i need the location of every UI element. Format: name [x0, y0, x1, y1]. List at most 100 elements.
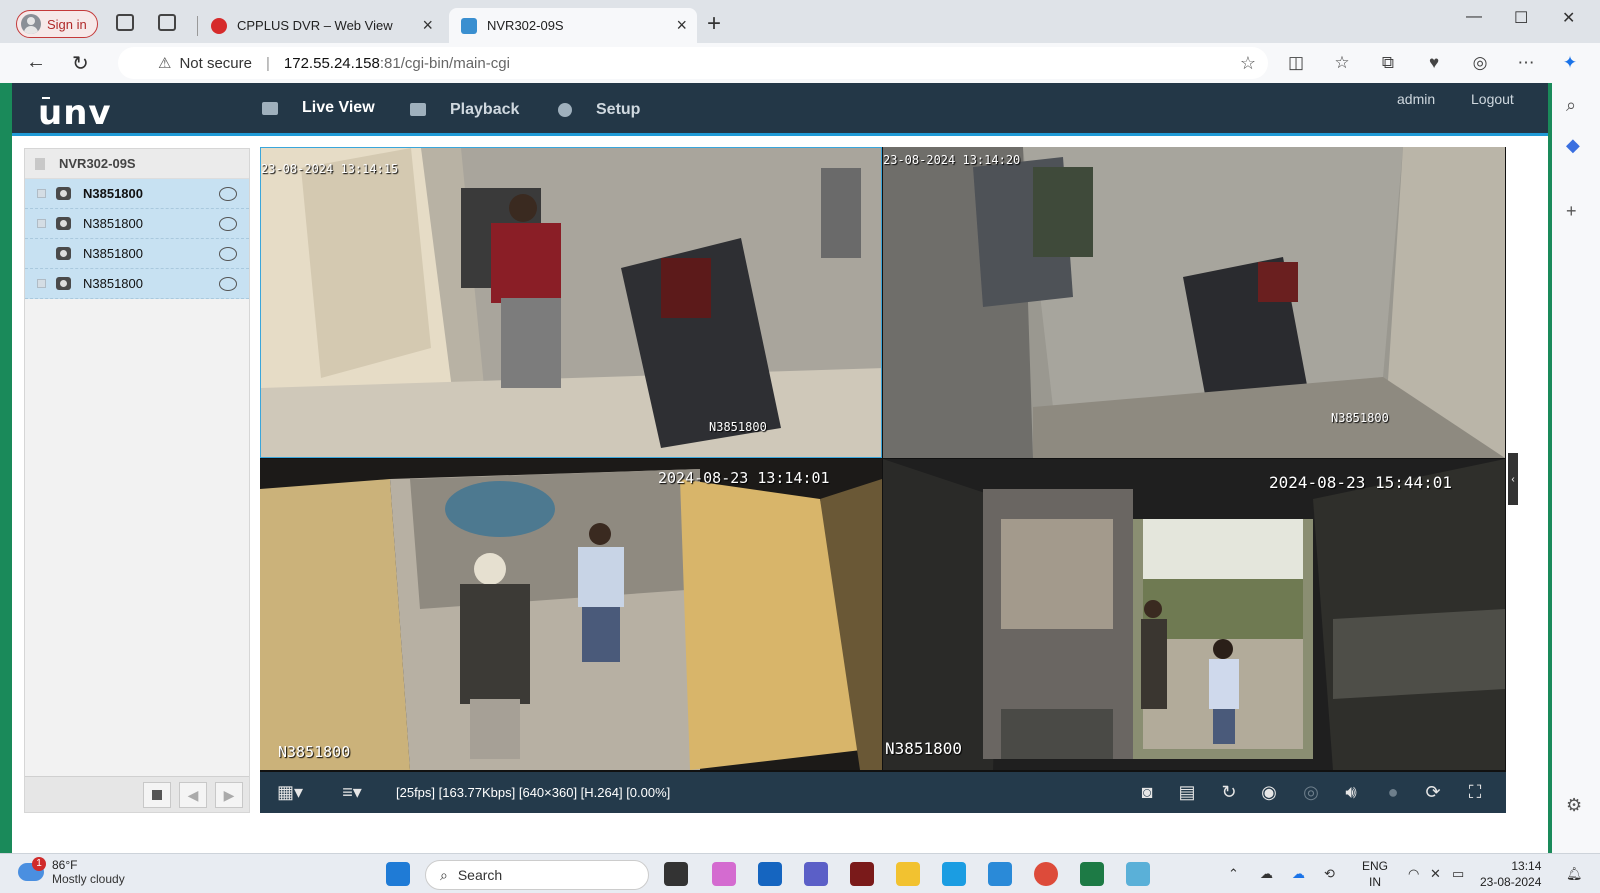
- chevron-up-icon[interactable]: ⌃: [1228, 866, 1239, 882]
- next-page-button[interactable]: ▶: [215, 782, 243, 808]
- record-clip-icon[interactable]: ▤: [1176, 782, 1198, 802]
- copilot-icon[interactable]: ✦: [1560, 53, 1580, 73]
- nvr-device-node[interactable]: NVR302-09S: [25, 149, 249, 179]
- focus-icon[interactable]: ◉: [1258, 782, 1280, 802]
- search-icon: ⌕: [440, 866, 448, 883]
- camera-icon: [56, 247, 71, 260]
- grid-layout-icon[interactable]: ▦▾: [272, 782, 308, 802]
- taskbar-search[interactable]: ⌕ Search: [425, 860, 649, 890]
- favorite-star-icon[interactable]: ☆: [1240, 53, 1256, 74]
- task-view-icon[interactable]: [664, 862, 688, 886]
- 3d-zoom-icon[interactable]: ⟳: [1422, 782, 1444, 802]
- channel-checkbox[interactable]: [37, 279, 46, 288]
- lang-code: ENG: [1362, 859, 1389, 873]
- close-window-icon[interactable]: ✕: [1562, 8, 1575, 28]
- sync-icon[interactable]: ⟲: [1324, 866, 1335, 882]
- performance-icon[interactable]: ◎: [1470, 53, 1490, 73]
- tab-setup[interactable]: Setup: [558, 83, 640, 136]
- system-clock[interactable]: 13:14 23-08-2024: [1480, 858, 1541, 890]
- stop-all-button[interactable]: [143, 782, 171, 808]
- video-toolbar: ▦▾ ≡▾ [25fps] [163.77Kbps] [640×360] [H.…: [260, 772, 1506, 813]
- record-icon[interactable]: [219, 217, 237, 231]
- onedrive-icon[interactable]: ☁: [1260, 866, 1273, 882]
- snapshot-icon[interactable]: ◙: [1136, 782, 1158, 802]
- microphone-icon[interactable]: ●: [1382, 782, 1404, 802]
- channel-item[interactable]: N3851800: [25, 179, 249, 209]
- record-icon[interactable]: [219, 247, 237, 261]
- tools-icon[interactable]: ◆: [1566, 135, 1580, 156]
- cpplus-favicon-icon: [211, 17, 227, 34]
- sign-in-button[interactable]: Sign in: [16, 10, 98, 38]
- channel-checkbox[interactable]: [37, 189, 46, 198]
- notification-bell-icon[interactable]: 🔔︎: [1566, 866, 1583, 882]
- warning-icon: ⚠: [158, 55, 172, 72]
- tab-cpplus-dvr[interactable]: CPPLUS DVR – Web View ×: [199, 8, 443, 43]
- search-icon[interactable]: ⌕: [1566, 95, 1576, 116]
- collections-icon[interactable]: ⧉: [1378, 53, 1398, 73]
- new-tab-button[interactable]: +: [707, 10, 721, 38]
- channel-item[interactable]: N3851800: [25, 239, 249, 269]
- app-icon[interactable]: [850, 862, 874, 886]
- windows-taskbar: 1 86°F Mostly cloudy ⌕ Search ⌃ ☁ ☁ ⟲ EN…: [0, 853, 1600, 893]
- tab-live-view-label: Live View: [302, 99, 375, 116]
- wifi-icon[interactable]: ◠: [1408, 866, 1419, 882]
- add-icon[interactable]: +: [1566, 201, 1577, 222]
- battery-icon[interactable]: ▭: [1452, 866, 1464, 882]
- start-icon[interactable]: [386, 862, 410, 886]
- settings-gear-icon[interactable]: ⚙: [1566, 795, 1582, 816]
- chrome-icon[interactable]: [1034, 862, 1058, 886]
- tab-live-view[interactable]: Live View: [242, 83, 395, 136]
- record-icon[interactable]: [219, 277, 237, 291]
- video-cell[interactable]: 23-08-2024 13:14:20 N3851800: [883, 147, 1505, 458]
- more-options-icon[interactable]: ⋯: [1516, 53, 1536, 73]
- channel-name: N3851800: [83, 276, 143, 291]
- maximize-icon[interactable]: ☐: [1514, 8, 1528, 28]
- browser-essentials-icon[interactable]: ♥: [1424, 53, 1444, 73]
- onedrive-blue-icon[interactable]: ☁: [1292, 866, 1305, 882]
- refresh-icon[interactable]: ↻: [72, 51, 89, 76]
- nvr-favicon-icon: [461, 17, 477, 34]
- channel-item[interactable]: N3851800: [25, 269, 249, 299]
- video-cell[interactable]: 2024-08-23 13:14:01 N3851800: [260, 459, 882, 770]
- outlook-icon[interactable]: [758, 862, 782, 886]
- app-icon[interactable]: [1126, 862, 1150, 886]
- edge-icon[interactable]: [942, 862, 966, 886]
- video-cell[interactable]: 23-08-2024 13:14:15 N3851800: [260, 147, 882, 458]
- tab-playback[interactable]: Playback: [410, 83, 519, 136]
- split-screen-icon[interactable]: ◫: [1286, 53, 1306, 73]
- fullscreen-icon[interactable]: ⛶: [1464, 782, 1486, 802]
- logout-link[interactable]: Logout: [1471, 91, 1514, 107]
- video-cell[interactable]: 2024-08-23 15:44:01 N3851800: [883, 459, 1505, 770]
- url-host: 172.55.24.158: [283, 54, 380, 72]
- clock-time: 13:14: [1511, 859, 1542, 873]
- workspaces-icon[interactable]: [116, 14, 134, 31]
- tab-actions-icon[interactable]: [158, 14, 176, 31]
- excel-icon[interactable]: [1080, 862, 1104, 886]
- previous-page-button[interactable]: ◀: [179, 782, 207, 808]
- lang-region: IN: [1369, 875, 1381, 889]
- stream-type-icon[interactable]: ≡▾: [332, 782, 372, 802]
- back-icon[interactable]: ←: [26, 51, 46, 74]
- teams-icon[interactable]: [804, 862, 828, 886]
- copilot-app-icon[interactable]: [712, 862, 736, 886]
- tab-nvr302[interactable]: NVR302-09S ×: [449, 8, 697, 43]
- close-tab-icon[interactable]: ×: [676, 15, 687, 36]
- language-indicator[interactable]: ENG IN: [1362, 858, 1388, 890]
- close-tab-icon[interactable]: ×: [422, 15, 433, 36]
- volume-icon[interactable]: 🔊︎: [1340, 782, 1362, 802]
- digital-zoom-icon[interactable]: ◎: [1300, 782, 1322, 802]
- channel-item[interactable]: N3851800: [25, 209, 249, 239]
- collapse-panel-handle[interactable]: ‹: [1508, 453, 1518, 505]
- minimize-icon[interactable]: —: [1466, 8, 1482, 26]
- mute-icon[interactable]: ✕: [1430, 866, 1441, 882]
- app-window-icon[interactable]: [988, 862, 1012, 886]
- ptz-icon[interactable]: ↻: [1218, 782, 1240, 802]
- user-name: admin: [1397, 91, 1436, 107]
- file-explorer-icon[interactable]: [896, 862, 920, 886]
- cloud-icon: 1: [18, 857, 46, 881]
- favorites-icon[interactable]: ☆: [1332, 53, 1352, 73]
- channel-checkbox[interactable]: [37, 219, 46, 228]
- record-icon[interactable]: [219, 187, 237, 201]
- address-bar[interactable]: ⚠ Not secure | 172.55.24.158 :81/cgi-bin…: [118, 47, 1268, 79]
- weather-widget[interactable]: 1 86°F Mostly cloudy: [18, 857, 125, 886]
